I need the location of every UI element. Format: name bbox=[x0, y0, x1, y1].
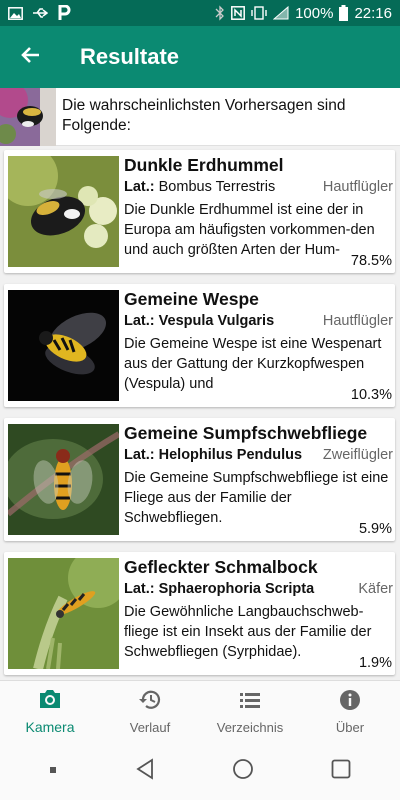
app-bar: Resultate bbox=[0, 26, 400, 88]
latin-label: Lat.: bbox=[124, 179, 155, 195]
probability-value: 5.9% bbox=[355, 521, 392, 537]
latin-name: Lat.: Vespula Vulgaris bbox=[124, 313, 274, 329]
nav-tab-kamera[interactable]: Kamera bbox=[0, 681, 100, 742]
system-navigation-bar bbox=[0, 742, 400, 800]
latin-label: Lat.: bbox=[124, 447, 155, 463]
result-photo-wasp bbox=[8, 290, 119, 401]
probability-value: 78.5% bbox=[347, 253, 392, 269]
back-triangle-icon[interactable] bbox=[134, 757, 156, 785]
usb-icon bbox=[32, 6, 48, 20]
species-description: Die Gemeine Sumpfschwebfliege ist eine F… bbox=[124, 470, 389, 526]
arrow-left-icon bbox=[20, 45, 40, 70]
species-description: Die Gemeine Wespe ist eine Wespenart aus… bbox=[124, 336, 382, 392]
results-list[interactable]: Dunkle Erdhummel Lat.: Bombus Terrestris… bbox=[0, 146, 400, 680]
species-name: Gemeine Sumpfschwebfliege bbox=[124, 423, 368, 443]
species-name: Gemeine Wespe bbox=[124, 289, 259, 309]
species-description: Die Gewöhnliche Langbauchschweb-fliege i… bbox=[124, 604, 372, 660]
latin-value: Vespula Vulgaris bbox=[158, 313, 275, 329]
result-card[interactable]: Dunkle Erdhummel Lat.: Bombus Terrestris… bbox=[4, 150, 395, 273]
result-card[interactable]: Gemeine Wespe Lat.: Vespula Vulgaris Hau… bbox=[4, 284, 395, 407]
latin-name: Lat.: Helophilus Pendulus bbox=[124, 447, 302, 463]
signal-icon bbox=[273, 6, 289, 20]
nav-label: Verzeichnis bbox=[216, 719, 284, 735]
clock: 22:16 bbox=[354, 4, 392, 22]
page-title: Resultate bbox=[80, 44, 180, 69]
result-photo-bumblebee bbox=[8, 156, 119, 267]
result-card[interactable]: Gefleckter Schmalbock Lat.: Sphaerophori… bbox=[4, 552, 395, 675]
latin-value: Sphaerophoria Scripta bbox=[158, 581, 315, 597]
query-photo-thumbnail bbox=[0, 82, 56, 146]
species-name: Dunkle Erdhummel bbox=[124, 155, 284, 175]
latin-name: Lat.: Sphaerophoria Scripta bbox=[124, 581, 314, 597]
order-label: Zweiflügler bbox=[320, 447, 393, 463]
list-icon bbox=[238, 689, 262, 714]
battery-icon bbox=[339, 5, 349, 21]
intro-section: Die wahrscheinlichsten Vorhersagen sind … bbox=[0, 82, 400, 146]
vibrate-icon bbox=[251, 6, 267, 20]
history-icon bbox=[138, 689, 162, 714]
nav-tab-verlauf[interactable]: Verlauf bbox=[100, 681, 200, 742]
recent-apps-dot-icon[interactable] bbox=[48, 762, 58, 780]
nav-tab-ueber[interactable]: Über bbox=[300, 681, 400, 742]
nav-label: Kamera bbox=[25, 719, 75, 735]
back-button[interactable] bbox=[0, 26, 60, 88]
result-photo-longhorn bbox=[8, 558, 119, 669]
order-label: Hautflügler bbox=[320, 313, 393, 329]
nfc-icon bbox=[231, 6, 246, 20]
bluetooth-icon bbox=[215, 5, 225, 21]
latin-value: Bombus Terrestris bbox=[158, 179, 276, 195]
result-card[interactable]: Gemeine Sumpfschwebfliege Lat.: Helophil… bbox=[4, 418, 395, 541]
p-app-icon bbox=[57, 5, 71, 21]
result-photo-hoverfly bbox=[8, 424, 119, 535]
latin-value: Helophilus Pendulus bbox=[158, 447, 303, 463]
battery-percent: 100% bbox=[295, 4, 334, 22]
status-bar: 100% 22:16 bbox=[0, 0, 400, 26]
overview-square-icon[interactable] bbox=[330, 758, 352, 785]
intro-text: Die wahrscheinlichsten Vorhersagen sind … bbox=[62, 97, 346, 134]
probability-value: 1.9% bbox=[355, 655, 392, 671]
home-circle-icon[interactable] bbox=[232, 758, 254, 785]
nav-label: Über bbox=[335, 719, 365, 735]
camera-icon bbox=[38, 688, 62, 713]
nav-label: Verlauf bbox=[129, 719, 171, 735]
info-icon bbox=[338, 689, 362, 714]
species-name: Gefleckter Schmalbock bbox=[124, 557, 318, 577]
species-description: Die Dunkle Erdhummel ist eine der in Eur… bbox=[124, 202, 375, 258]
probability-value: 10.3% bbox=[347, 387, 392, 403]
bottom-navigation: Kamera Verlauf Verzeichnis Über bbox=[0, 680, 400, 742]
order-label: Käfer bbox=[356, 581, 393, 597]
nav-tab-verzeichnis[interactable]: Verzeichnis bbox=[200, 681, 300, 742]
latin-name: Lat.: Bombus Terrestris bbox=[124, 179, 275, 195]
image-icon bbox=[8, 6, 23, 20]
latin-label: Lat.: bbox=[124, 313, 155, 329]
latin-label: Lat.: bbox=[124, 581, 155, 597]
order-label: Hautflügler bbox=[320, 179, 393, 195]
